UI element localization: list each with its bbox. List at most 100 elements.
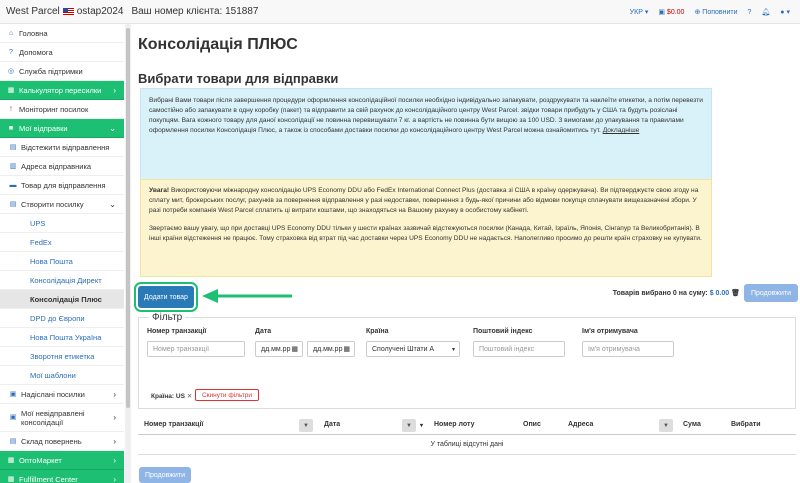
sidebar-item-my-shipments[interactable]: ■ Мої відправки ⌄ xyxy=(0,119,124,138)
sidebar-item-templates[interactable]: Мої шаблони xyxy=(0,366,124,385)
sidebar-item-sent[interactable]: ▣ Надіслані посилки › xyxy=(0,385,124,404)
recipient-placeholder: Ім'я отримувача xyxy=(588,345,640,353)
warning-alert: Увага! Використовуючи міжнародну консолі… xyxy=(140,179,712,277)
sidebar-item-fedex[interactable]: FedEx xyxy=(0,233,124,252)
create-icon: ▤ xyxy=(9,201,17,208)
sidebar-item-novaposhta-ua[interactable]: Нова Пошта Україна xyxy=(0,328,124,347)
calendar-icon: ▦ xyxy=(291,346,298,353)
table-empty-row: У таблиці відсутні дані xyxy=(138,435,796,455)
sort-icon[interactable]: ▾ xyxy=(420,422,423,429)
balance-value: $0.00 xyxy=(666,8,685,16)
chevron-down-icon: ⌄ xyxy=(109,123,116,133)
sidebar-item-label: UPS xyxy=(30,218,46,228)
sidebar-item-tracking[interactable]: ▤ Відстежити відправлення xyxy=(0,138,124,157)
recipient-input[interactable]: Ім'я отримувача xyxy=(582,341,674,357)
zip-input[interactable]: Поштовий індекс xyxy=(473,341,565,357)
chevron-down-icon: ▾ xyxy=(644,9,649,16)
sidebar-item-consolidation-direct[interactable]: Консолідація Директ xyxy=(0,271,124,290)
sidebar-item-label: ОптоМаркет xyxy=(19,455,62,465)
sidebar-item-monitoring[interactable]: ! Моніторинг посилок xyxy=(0,100,124,119)
exclamation-icon: ! xyxy=(10,105,12,113)
sidebar-item-label: Зворотня етикетка xyxy=(30,351,95,361)
date-from-input[interactable]: дд.мм.рр ▦ xyxy=(255,341,303,357)
plus-circle-icon: ⊕ xyxy=(694,9,701,16)
trash-icon[interactable]: 🗑︎ xyxy=(731,290,740,297)
col-sum: Сума xyxy=(683,421,701,428)
col-transaction: Номер транзакції xyxy=(144,421,204,428)
col-address: Адреса xyxy=(568,421,594,428)
brand-name[interactable]: West Parcel xyxy=(6,6,60,17)
sidebar-item-calculator[interactable]: ▦ Калькулятор пересилки › xyxy=(0,81,124,100)
home-icon: ⌂ xyxy=(8,29,14,37)
sidebar-item-address[interactable]: ▥ Адреса відправника xyxy=(0,157,124,176)
filter-legend: Фільтр xyxy=(149,312,186,323)
help-icon[interactable]: ? xyxy=(748,9,752,16)
close-icon[interactable]: ✕ xyxy=(187,393,192,400)
highlight-arrow xyxy=(202,289,292,303)
date-from-placeholder: дд.мм.рр xyxy=(261,345,291,353)
sidebar-item-label: Моніторинг посилок xyxy=(19,104,89,114)
scrollbar-thumb[interactable] xyxy=(126,28,130,408)
sidebar-item-novaposhta[interactable]: Нова Пошта xyxy=(0,252,124,271)
date-to-placeholder: дд.мм.рр xyxy=(313,345,343,353)
chevron-right-icon: › xyxy=(113,85,116,95)
sidebar-item-unsent[interactable]: ▣ Мої невідправлені консолідації › xyxy=(0,404,124,432)
sidebar-item-fulfillment[interactable]: ▦ Fulfillment Center › xyxy=(0,470,124,483)
chevron-down-icon: ⌄ xyxy=(109,199,116,209)
chip-label: Країна: US xyxy=(151,393,185,400)
sidebar-item-consolidation-plus[interactable]: Консолідація Плюс xyxy=(0,290,124,309)
continue-button-top[interactable]: Продовжити xyxy=(744,284,798,302)
top-bar: West Parcel ostap2024 Ваш номер клієнта:… xyxy=(0,0,800,24)
sidebar-item-label: Калькулятор пересилки xyxy=(19,85,102,95)
info-more-link[interactable]: Докладніше xyxy=(603,127,640,134)
balance[interactable]: ▣ $0.00 xyxy=(658,8,685,17)
col-lot: Номер лоту xyxy=(434,421,475,428)
continue-button-bottom[interactable]: Продовжити xyxy=(139,467,191,483)
client-number: Ваш номер клієнта: 151887 xyxy=(131,6,259,17)
selected-sum: $ 0.00 xyxy=(709,290,730,297)
sidebar-item-label: Служба підтримки xyxy=(19,66,83,76)
chevron-right-icon: › xyxy=(113,389,116,399)
sidebar-item-return-label[interactable]: Зворотня етикетка xyxy=(0,347,124,366)
sidebar-item-goods[interactable]: ▬ Товар для відправлення xyxy=(0,176,124,195)
sidebar-item-help[interactable]: ? Допомога xyxy=(0,43,124,62)
country-filter-chip: Країна: US ✕ xyxy=(151,392,192,400)
zip-placeholder: Поштовий індекс xyxy=(479,345,535,353)
sidebar-item-label: Допомога xyxy=(19,47,53,57)
calendar-icon: ▦ xyxy=(343,346,350,353)
chevron-down-icon: ▾ xyxy=(451,346,455,353)
tracking-icon: ▤ xyxy=(9,144,17,151)
sidebar-item-warehouse[interactable]: ▤ Склад повернень › xyxy=(0,432,124,451)
country-select[interactable]: Сполучені Штати А ▾ xyxy=(366,341,460,357)
calculator-icon: ▦ xyxy=(7,87,15,94)
date-to-input[interactable]: дд.мм.рр ▦ xyxy=(307,341,355,357)
items-table: Номер транзакції ▼ Дата ▼ ▾ Номер лоту О… xyxy=(138,417,796,455)
filter-dropdown-icon[interactable]: ▼ xyxy=(299,419,313,432)
sidebar-item-create[interactable]: ▤ Створити посилку ⌄ xyxy=(0,195,124,214)
address-icon: ▥ xyxy=(9,163,17,170)
sidebar-item-dpd[interactable]: DPD до Європи xyxy=(0,309,124,328)
filter-dropdown-icon[interactable]: ▼ xyxy=(659,419,673,432)
sidebar-item-support[interactable]: ◎ Служба підтримки xyxy=(0,62,124,81)
sidebar-item-label: Нова Пошта xyxy=(30,256,73,266)
language-selector[interactable]: УКР ▾ xyxy=(630,8,649,17)
sidebar-item-label: Надіслані посилки xyxy=(21,389,85,399)
warehouse-icon: ▤ xyxy=(9,438,17,445)
reset-filters-button[interactable]: Скинути фільтри xyxy=(195,389,259,401)
sidebar-item-label: Консолідація Плюс xyxy=(30,294,102,304)
transaction-input[interactable]: Номер транзакції xyxy=(147,341,245,357)
bell-icon[interactable]: 🔔︎ xyxy=(761,8,770,16)
sidebar-scrollbar[interactable] xyxy=(125,24,131,483)
add-item-button[interactable]: Додати товар xyxy=(134,282,198,312)
recipient-label: Ім'я отримувача xyxy=(582,328,638,335)
user-menu[interactable]: ● ▾ xyxy=(780,8,790,17)
chevron-right-icon: › xyxy=(113,455,116,465)
table-header: Номер транзакції ▼ Дата ▼ ▾ Номер лоту О… xyxy=(138,417,796,435)
sidebar-item-optomarket[interactable]: ▦ ОптоМаркет › xyxy=(0,451,124,470)
sidebar-item-label: Консолідація Директ xyxy=(30,275,102,285)
add-funds-button[interactable]: ⊕ Поповнити xyxy=(694,8,737,17)
sidebar-item-home[interactable]: ⌂ Головна xyxy=(0,24,124,43)
sidebar-item-ups[interactable]: UPS xyxy=(0,214,124,233)
chevron-right-icon: › xyxy=(113,474,116,483)
filter-dropdown-icon[interactable]: ▼ xyxy=(402,419,416,432)
